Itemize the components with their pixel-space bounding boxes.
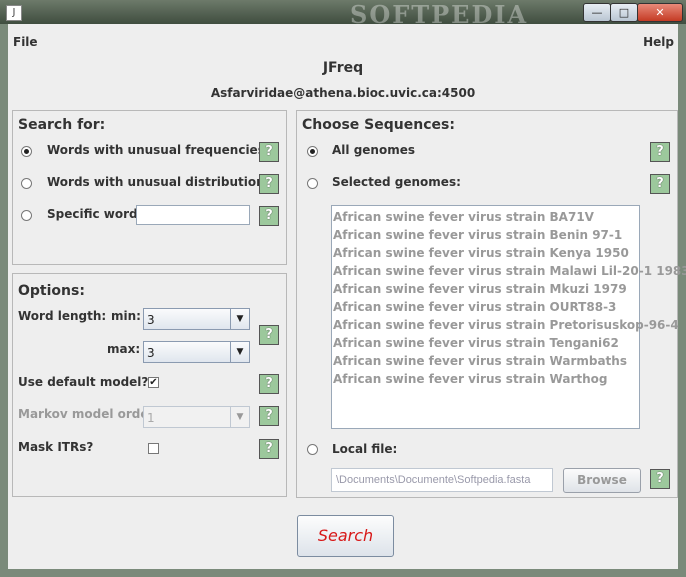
max-label: max: [107, 342, 141, 356]
chevron-down-icon[interactable]: ▼ [230, 309, 249, 329]
help-icon[interactable]: ? [259, 439, 279, 459]
help-icon[interactable]: ? [650, 469, 670, 489]
radio-local-file[interactable] [307, 444, 318, 455]
close-button[interactable]: ✕ [637, 3, 683, 22]
list-item[interactable]: African swine fever virus strain OURT88-… [332, 298, 639, 316]
menu-help[interactable]: Help [643, 35, 674, 49]
minimize-button[interactable]: — [583, 3, 611, 22]
radio-all-genomes[interactable] [307, 146, 318, 157]
list-item[interactable]: African swine fever virus strain Malawi … [332, 262, 686, 280]
chevron-down-icon[interactable]: ▼ [230, 342, 249, 362]
help-icon[interactable]: ? [259, 142, 279, 162]
list-item[interactable]: African swine fever virus strain Pretori… [332, 316, 679, 334]
radio-specific-word[interactable] [21, 210, 32, 221]
server-address: Asfarviridae@athena.bioc.uvic.ca:4500 [210, 86, 476, 100]
search-button[interactable]: Search [297, 515, 394, 557]
label-selected-genomes[interactable]: Selected genomes: [332, 175, 461, 189]
menu-bar: File Help [8, 32, 678, 52]
list-item[interactable]: African swine fever virus strain Tengani… [332, 334, 639, 352]
list-item[interactable]: African swine fever virus strain Benin 9… [332, 226, 639, 244]
mask-itrs-label: Mask ITRs? [18, 440, 94, 454]
default-model-checkbox[interactable]: ✔ [148, 377, 159, 388]
help-icon[interactable]: ? [259, 406, 279, 426]
min-length-select[interactable]: 3 ▼ [143, 308, 250, 330]
maximize-button[interactable]: □ [610, 3, 638, 22]
list-item[interactable]: African swine fever virus strain Mkuzi 1… [332, 280, 639, 298]
min-label: min: [111, 309, 141, 323]
list-item[interactable]: African swine fever virus strain Warthog [332, 370, 639, 388]
app-icon: J [6, 5, 22, 21]
list-item[interactable]: African swine fever virus strain Kenya 1… [332, 244, 639, 262]
search-for-title: Search for: [18, 117, 106, 133]
radio-unusual-distributions[interactable] [21, 178, 32, 189]
label-unusual-frequencies[interactable]: Words with unusual frequencies [47, 143, 265, 157]
help-icon[interactable]: ? [259, 174, 279, 194]
app-title: JFreq [322, 60, 364, 76]
radio-selected-genomes[interactable] [307, 178, 318, 189]
list-item[interactable]: African swine fever virus strain BA71V [332, 208, 639, 226]
word-length-label: Word length: [18, 309, 107, 323]
radio-unusual-frequencies[interactable] [21, 146, 32, 157]
menu-file[interactable]: File [13, 35, 38, 49]
jfreq-window: J SOFTPEDIA — □ ✕ File Help JFreq Asfarv… [0, 0, 686, 577]
label-local-file[interactable]: Local file: [332, 442, 397, 456]
help-icon[interactable]: ? [259, 374, 279, 394]
help-icon[interactable]: ? [259, 206, 279, 226]
sequences-title: Choose Sequences: [302, 117, 455, 133]
help-icon[interactable]: ? [259, 325, 279, 345]
label-specific-word[interactable]: Specific word: [47, 207, 142, 221]
title-bar: J SOFTPEDIA — □ ✕ [0, 0, 686, 29]
help-icon[interactable]: ? [650, 142, 670, 162]
mask-itrs-checkbox[interactable] [148, 443, 159, 454]
local-file-path-input[interactable] [331, 468, 553, 492]
label-unusual-distributions[interactable]: Words with unusual distributions [47, 175, 272, 189]
max-length-select[interactable]: 3 ▼ [143, 341, 250, 363]
specific-word-input[interactable] [136, 205, 250, 225]
markov-order-label: Markov model order: [18, 407, 160, 421]
genome-list[interactable]: African swine fever virus strain BA71V A… [331, 205, 686, 429]
markov-order-select[interactable]: 1 ▼ [143, 406, 250, 428]
browse-button[interactable]: Browse [563, 468, 641, 493]
label-all-genomes[interactable]: All genomes [332, 143, 415, 157]
default-model-label: Use default model? [18, 375, 149, 389]
help-icon[interactable]: ? [650, 174, 670, 194]
chevron-down-icon[interactable]: ▼ [230, 407, 249, 427]
list-item[interactable]: African swine fever virus strain Warmbat… [332, 352, 639, 370]
options-title: Options: [18, 283, 85, 299]
